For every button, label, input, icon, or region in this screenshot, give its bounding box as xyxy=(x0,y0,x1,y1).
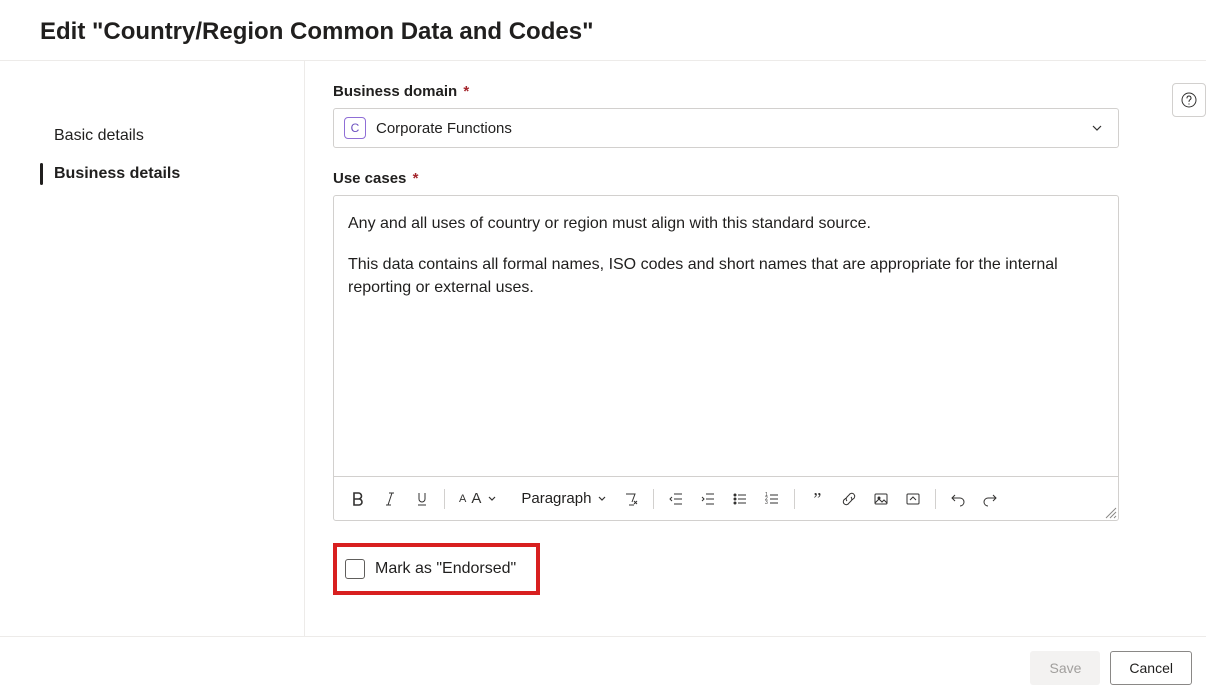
quote-button[interactable]: ” xyxy=(803,485,831,513)
endorsed-row: Mark as "Endorsed" xyxy=(333,543,540,595)
toolbar-separator xyxy=(653,489,654,509)
endorsed-label: Mark as "Endorsed" xyxy=(375,560,516,578)
toolbar-separator xyxy=(935,489,936,509)
business-domain-label: Business domain * xyxy=(333,83,1178,100)
image-icon xyxy=(873,491,889,507)
business-domain-dropdown[interactable]: C Corporate Functions xyxy=(333,108,1119,148)
undo-button[interactable] xyxy=(944,485,972,513)
undo-icon xyxy=(950,491,966,507)
redo-button[interactable] xyxy=(976,485,1004,513)
required-indicator: * xyxy=(413,170,419,187)
save-button[interactable]: Save xyxy=(1030,651,1100,685)
outdent-button[interactable] xyxy=(662,485,690,513)
underline-icon xyxy=(414,491,430,507)
nav-basic-details[interactable]: Basic details xyxy=(0,117,304,155)
clear-format-icon xyxy=(623,491,639,507)
nav-item-label: Business details xyxy=(54,165,180,182)
font-size-select[interactable]: AA xyxy=(453,485,503,513)
numbered-list-icon: 123 xyxy=(764,491,780,507)
use-cases-label: Use cases * xyxy=(333,170,1178,187)
italic-button[interactable] xyxy=(376,485,404,513)
chevron-down-icon xyxy=(1090,121,1104,135)
link-button[interactable] xyxy=(835,485,863,513)
domain-chip: C xyxy=(344,117,366,139)
paragraph-style-select[interactable]: Paragraph xyxy=(515,485,613,513)
help-button[interactable] xyxy=(1172,83,1206,117)
page-title: Edit "Country/Region Common Data and Cod… xyxy=(40,18,1166,46)
nav-business-details[interactable]: Business details xyxy=(0,155,304,193)
bold-icon xyxy=(350,491,366,507)
image-button[interactable] xyxy=(867,485,895,513)
side-nav: Basic details Business details xyxy=(0,61,305,636)
svg-text:3: 3 xyxy=(765,500,768,506)
resize-handle-icon[interactable] xyxy=(1103,505,1117,519)
clear-format-button[interactable] xyxy=(617,485,645,513)
editor-toolbar: AA Paragraph xyxy=(334,476,1118,520)
use-cases-editor: Any and all uses of country or region mu… xyxy=(333,195,1119,521)
chevron-down-icon xyxy=(597,494,607,504)
endorsed-checkbox[interactable] xyxy=(345,559,365,579)
paragraph-select-label: Paragraph xyxy=(521,490,591,507)
redo-icon xyxy=(982,491,998,507)
cancel-button[interactable]: Cancel xyxy=(1110,651,1192,685)
footer: Save Cancel xyxy=(0,636,1206,698)
use-cases-text-line: Any and all uses of country or region mu… xyxy=(348,212,1104,235)
outdent-icon xyxy=(668,491,684,507)
field-use-cases: Use cases * Any and all uses of country … xyxy=(333,170,1178,521)
nav-item-label: Basic details xyxy=(54,127,144,144)
underline-button[interactable] xyxy=(408,485,436,513)
quote-icon: ” xyxy=(813,490,821,508)
bullet-list-button[interactable] xyxy=(726,485,754,513)
toolbar-separator xyxy=(794,489,795,509)
field-business-domain: Business domain * C Corporate Functions xyxy=(333,83,1178,148)
attachment-icon xyxy=(905,491,921,507)
required-indicator: * xyxy=(463,83,469,100)
business-domain-value: Corporate Functions xyxy=(376,120,512,137)
link-icon xyxy=(841,491,857,507)
indent-button[interactable] xyxy=(694,485,722,513)
attachment-button[interactable] xyxy=(899,485,927,513)
chevron-down-icon xyxy=(487,494,497,504)
numbered-list-button[interactable]: 123 xyxy=(758,485,786,513)
help-icon xyxy=(1181,92,1197,108)
page-header: Edit "Country/Region Common Data and Cod… xyxy=(0,0,1206,61)
indent-icon xyxy=(700,491,716,507)
use-cases-text-line: This data contains all formal names, ISO… xyxy=(348,253,1104,299)
bullet-list-icon xyxy=(732,491,748,507)
use-cases-textarea[interactable]: Any and all uses of country or region mu… xyxy=(334,196,1118,476)
main-content: Business domain * C Corporate Functions … xyxy=(305,61,1206,636)
italic-icon xyxy=(382,491,398,507)
toolbar-separator xyxy=(444,489,445,509)
bold-button[interactable] xyxy=(344,485,372,513)
